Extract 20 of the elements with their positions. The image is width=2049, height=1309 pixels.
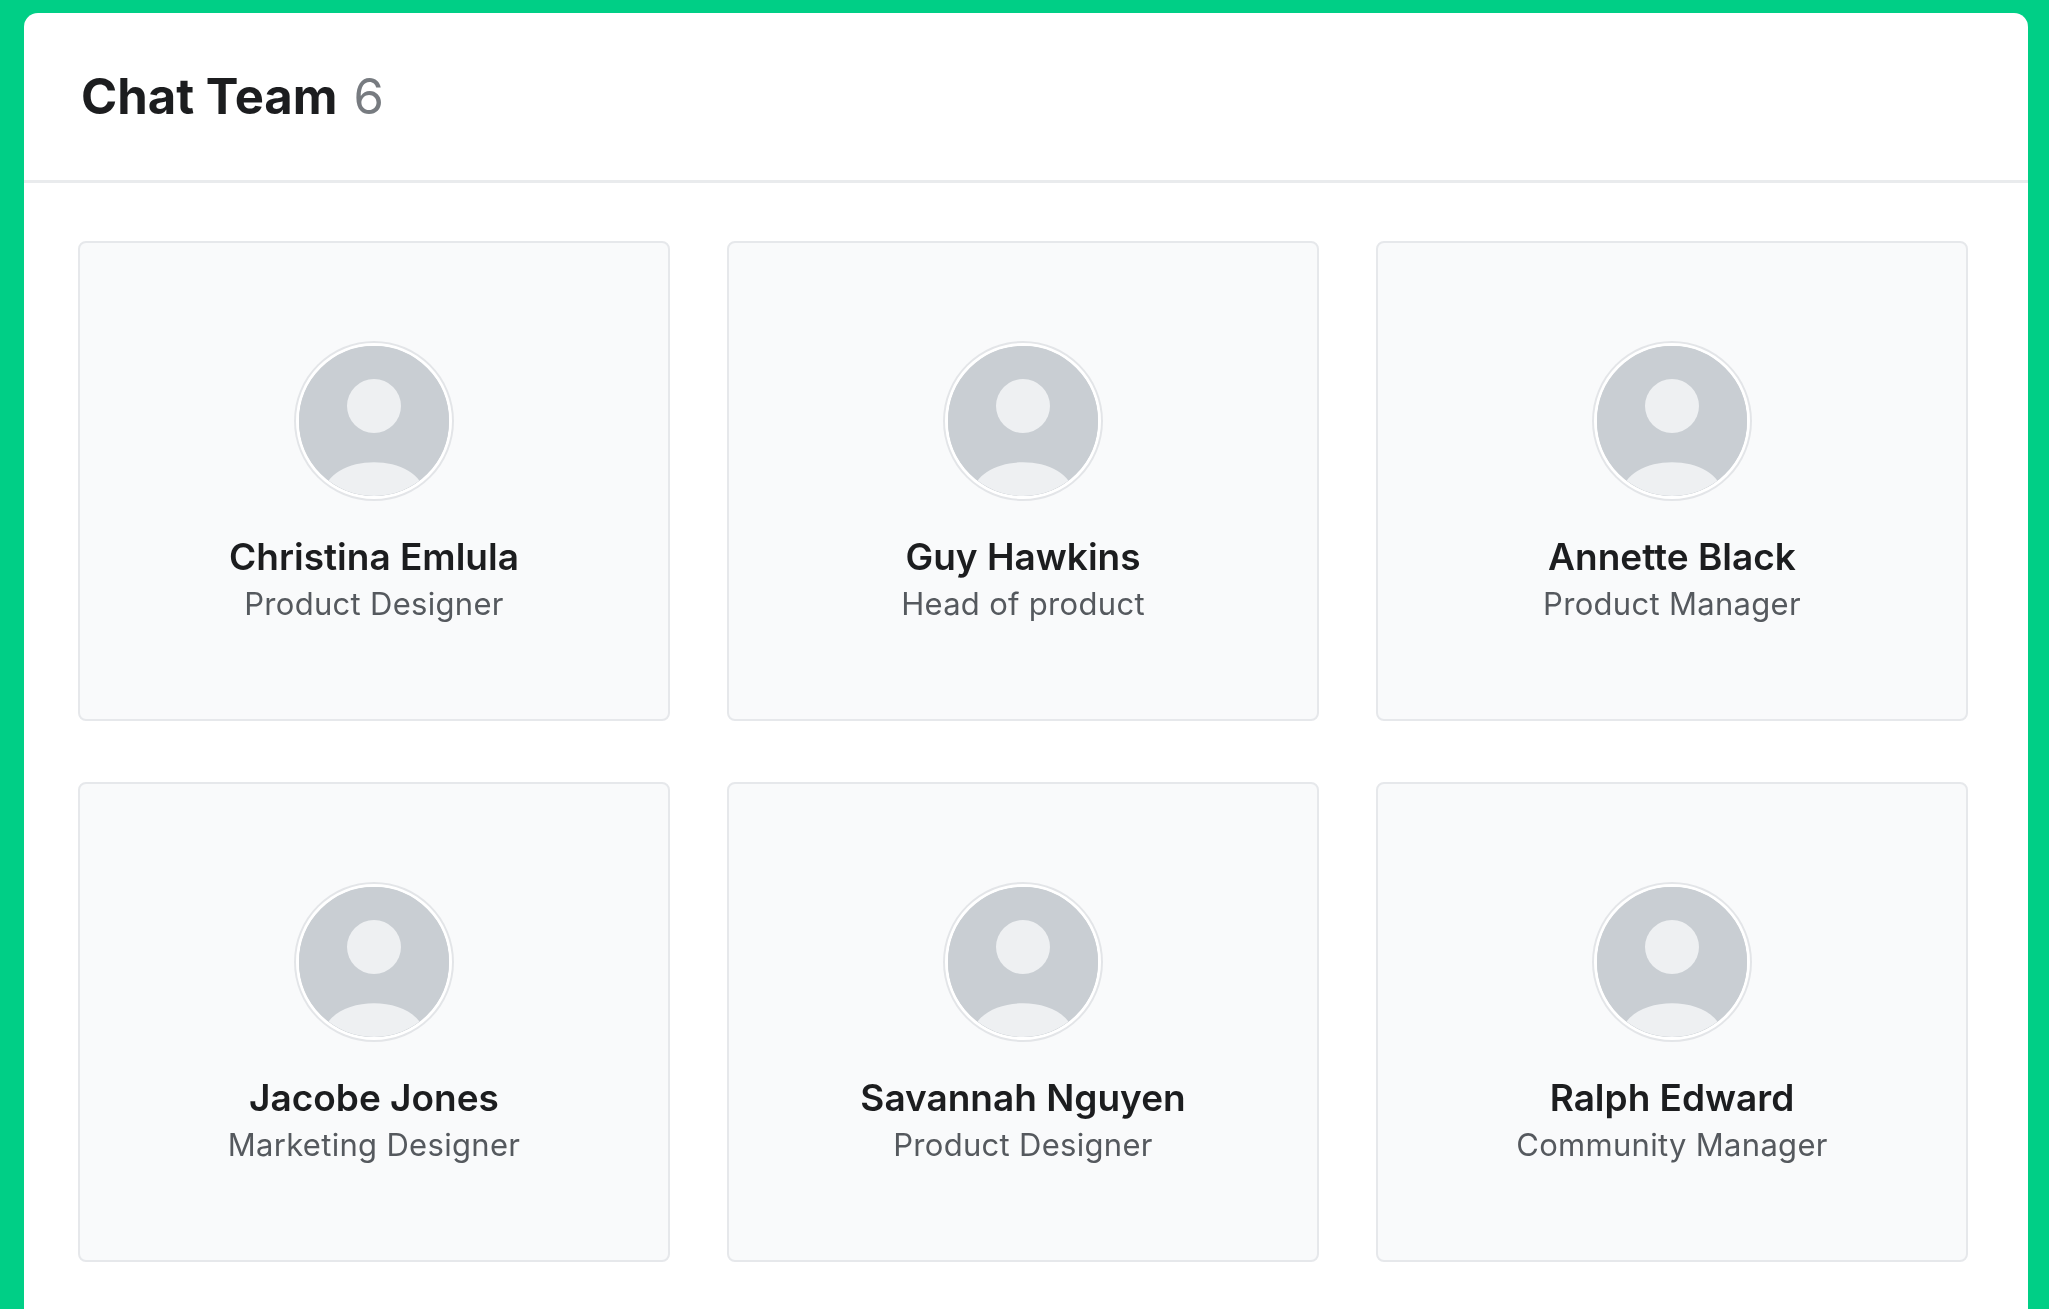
member-card[interactable]: Jacobe Jones Marketing Designer xyxy=(78,782,670,1262)
member-name: Annette Black xyxy=(1548,533,1796,581)
member-name: Ralph Edward xyxy=(1549,1074,1795,1122)
member-role: Marketing Designer xyxy=(227,1125,521,1166)
member-card[interactable]: Christina Emlula Product Designer xyxy=(78,241,670,721)
member-card[interactable]: Savannah Nguyen Product Designer xyxy=(727,782,1319,1262)
member-role: Community Manager xyxy=(1516,1125,1828,1166)
team-title: Chat Team xyxy=(81,67,338,126)
member-name: Jacobe Jones xyxy=(249,1074,499,1122)
member-role: Product Designer xyxy=(244,584,504,625)
member-role: Product Manager xyxy=(1543,584,1801,625)
member-card[interactable]: Guy Hawkins Head of product xyxy=(727,241,1319,721)
member-name: Guy Hawkins xyxy=(905,533,1141,581)
member-card[interactable]: Ralph Edward Community Manager xyxy=(1376,782,1968,1262)
member-card[interactable]: Annette Black Product Manager xyxy=(1376,241,1968,721)
member-role: Head of product xyxy=(901,584,1145,625)
member-role: Product Designer xyxy=(893,1125,1153,1166)
member-count: 6 xyxy=(353,67,384,126)
member-name: Christina Emlula xyxy=(229,533,519,581)
member-name: Savannah Nguyen xyxy=(860,1074,1186,1122)
